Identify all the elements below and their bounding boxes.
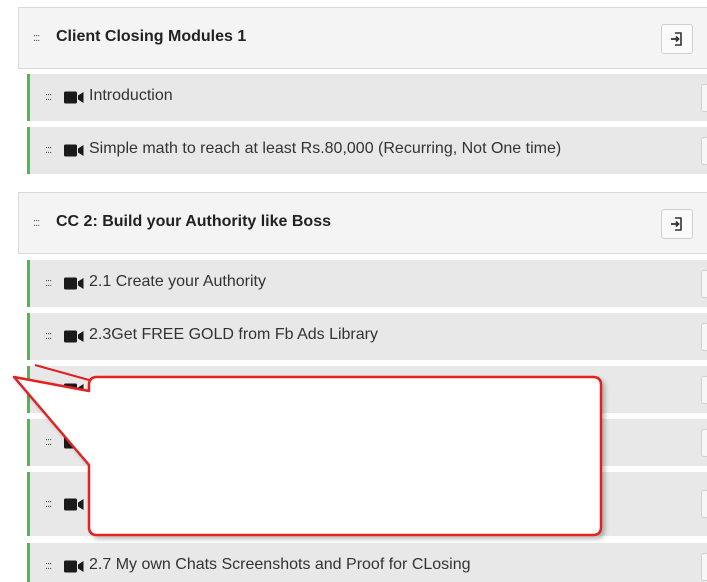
lesson-row[interactable]: ::: Introduction — [27, 74, 707, 121]
lesson-row[interactable]: ::: Simple math to reach at least Rs.80,… — [27, 127, 707, 174]
drag-handle-icon[interactable]: ::: — [45, 91, 52, 103]
video-camera-icon — [64, 277, 84, 290]
module-header[interactable]: ::: Client Closing Modules 1 — [18, 7, 707, 69]
video-camera-icon — [64, 91, 84, 104]
drag-handle-icon[interactable]: ::: — [45, 330, 52, 342]
lesson-title[interactable]: Introduction — [89, 87, 173, 105]
video-camera-icon — [64, 436, 84, 449]
video-camera-icon — [64, 560, 84, 573]
lesson-action-button[interactable] — [701, 553, 707, 581]
lesson-title[interactable]: 2.3Get FREE GOLD from Fb Ads Library — [89, 326, 378, 344]
lesson-title[interactable]: 2.1 Create your Authority — [89, 273, 266, 291]
import-icon — [671, 217, 682, 231]
lesson-title[interactable]: 2.7 My own Chats Screenshots and Proof f… — [89, 556, 471, 574]
import-icon — [671, 32, 682, 46]
drag-handle-icon[interactable]: ::: — [45, 383, 52, 395]
lesson-row[interactable]: ::: 2.3Get FREE GOLD from Fb Ads Library — [27, 313, 707, 360]
drag-handle-icon[interactable]: ::: — [45, 436, 52, 448]
lesson-row[interactable]: ::: — [27, 419, 707, 466]
drag-handle-icon[interactable]: ::: — [45, 498, 52, 510]
lesson-title[interactable]: Simple math to reach at least Rs.80,000 … — [89, 140, 561, 158]
lesson-row[interactable]: ::: 2.7 My own Chats Screenshots and Pro… — [27, 543, 707, 582]
drag-handle-icon[interactable]: ::: — [45, 277, 52, 289]
drag-handle-icon[interactable]: ::: — [45, 560, 52, 572]
video-camera-icon — [64, 144, 84, 157]
lesson-row[interactable]: ::: 2.1 Create your Authority — [27, 260, 707, 307]
module-title: CC 2: Build your Authority like Boss — [56, 213, 331, 230]
video-camera-icon — [64, 330, 84, 343]
lesson-action-button[interactable] — [701, 84, 707, 112]
lesson-action-button[interactable] — [701, 270, 707, 298]
lesson-action-button[interactable] — [701, 137, 707, 165]
lesson-action-button[interactable] — [701, 490, 707, 518]
lesson-action-button[interactable] — [701, 323, 707, 351]
lesson-action-button[interactable] — [701, 429, 707, 457]
drag-handle-icon[interactable]: ::: — [33, 32, 40, 44]
lesson-action-button[interactable] — [701, 376, 707, 404]
import-button[interactable] — [661, 24, 693, 54]
module-header[interactable]: ::: CC 2: Build your Authority like Boss — [18, 192, 707, 254]
module-title: Client Closing Modules 1 — [56, 28, 247, 45]
lesson-row[interactable]: ::: — [27, 366, 707, 413]
drag-handle-icon[interactable]: ::: — [33, 217, 40, 229]
drag-handle-icon[interactable]: ::: — [45, 144, 52, 156]
video-camera-icon — [64, 383, 84, 396]
video-camera-icon — [64, 498, 84, 511]
import-button[interactable] — [661, 209, 693, 239]
lesson-row[interactable]: ::: — [27, 472, 707, 536]
